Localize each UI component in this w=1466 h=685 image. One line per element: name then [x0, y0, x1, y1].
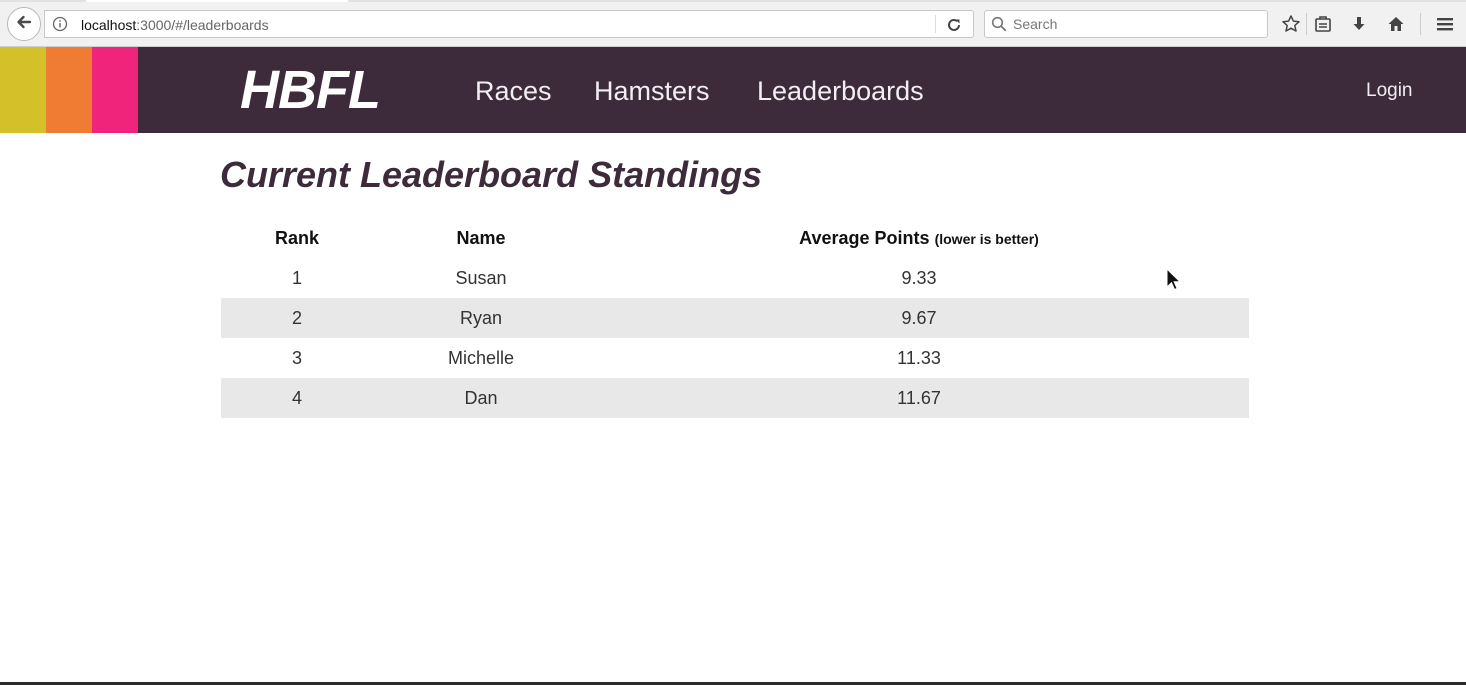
brand-stripe-yellow [0, 47, 46, 133]
reading-list-icon[interactable] [1311, 12, 1335, 36]
name-cell: Michelle [447, 347, 515, 368]
reload-icon[interactable] [944, 15, 964, 35]
rank-cell: 1 [291, 267, 302, 288]
brand-stripe-orange [46, 47, 92, 133]
average-cell: 11.67 [589, 378, 1249, 418]
name-cell: Ryan [373, 298, 589, 338]
back-button[interactable] [7, 7, 41, 41]
column-header-rank: Rank [274, 227, 319, 248]
home-icon[interactable] [1384, 12, 1408, 36]
address-bar[interactable]: localhost:3000/#/leaderboards [44, 10, 974, 38]
average-cell: 9.67 [589, 298, 1249, 338]
mouse-pointer-icon [1166, 267, 1182, 292]
name-cell: Susan [455, 267, 507, 288]
nav-link-races[interactable]: Races [475, 75, 552, 107]
search-icon [991, 16, 1007, 32]
average-cell: 11.33 [589, 338, 1249, 378]
tab-strip [0, 0, 1466, 2]
nav-link-hamsters[interactable]: Hamsters [594, 75, 710, 107]
table-row: 2 Ryan 9.67 [221, 298, 1249, 338]
leaderboard-table: Rank Name Average Points (lower is bette… [221, 218, 1249, 418]
page-title: Current Leaderboard Standings [220, 154, 763, 195]
rank-cell: 3 [291, 347, 302, 368]
url-text[interactable]: localhost:3000/#/leaderboards [81, 17, 269, 33]
site-logo[interactable]: HBFL [240, 61, 381, 119]
nav-link-leaderboards[interactable]: Leaderboards [757, 75, 924, 107]
average-cell: 9.33 [589, 258, 1249, 298]
url-divider [935, 15, 936, 33]
average-points-label: Average Points [799, 227, 930, 248]
table-row: 1 Susan 9.33 [221, 258, 1249, 298]
info-icon[interactable] [52, 16, 68, 32]
search-bar[interactable] [984, 10, 1268, 38]
toolbar-divider [1420, 13, 1421, 35]
average-value: 9.67 [901, 307, 937, 328]
toolbar-divider [1306, 13, 1307, 35]
active-tab-indicator[interactable] [86, 0, 348, 2]
column-header-name: Name [456, 227, 506, 248]
download-icon[interactable] [1347, 12, 1371, 36]
table-row: 4 Dan 11.67 [221, 378, 1249, 418]
table-header-row: Rank Name Average Points (lower is bette… [221, 218, 1249, 258]
table-row: 3 Michelle 11.33 [221, 338, 1249, 378]
rank-cell: 2 [221, 298, 373, 338]
rank-cell: 4 [221, 378, 373, 418]
login-link[interactable]: Login [1366, 80, 1413, 102]
menu-icon[interactable] [1433, 12, 1457, 36]
back-arrow-icon [15, 13, 33, 36]
search-input[interactable] [1013, 15, 1253, 33]
average-value: 11.33 [897, 347, 941, 368]
brand-stripe-pink [92, 47, 138, 133]
url-host: localhost [81, 17, 137, 33]
bookmark-star-icon[interactable] [1279, 12, 1303, 36]
name-cell: Dan [373, 378, 589, 418]
browser-toolbar: localhost:3000/#/leaderboards [0, 0, 1466, 47]
average-points-note: (lower is better) [934, 230, 1039, 247]
url-path: :3000/#/leaderboards [136, 17, 269, 33]
column-header-average: Average Points (lower is better) [589, 218, 1249, 258]
site-header: HBFL Races Hamsters Leaderboards Login [0, 47, 1466, 133]
average-value: 9.33 [901, 267, 937, 288]
average-value: 11.67 [897, 387, 941, 408]
